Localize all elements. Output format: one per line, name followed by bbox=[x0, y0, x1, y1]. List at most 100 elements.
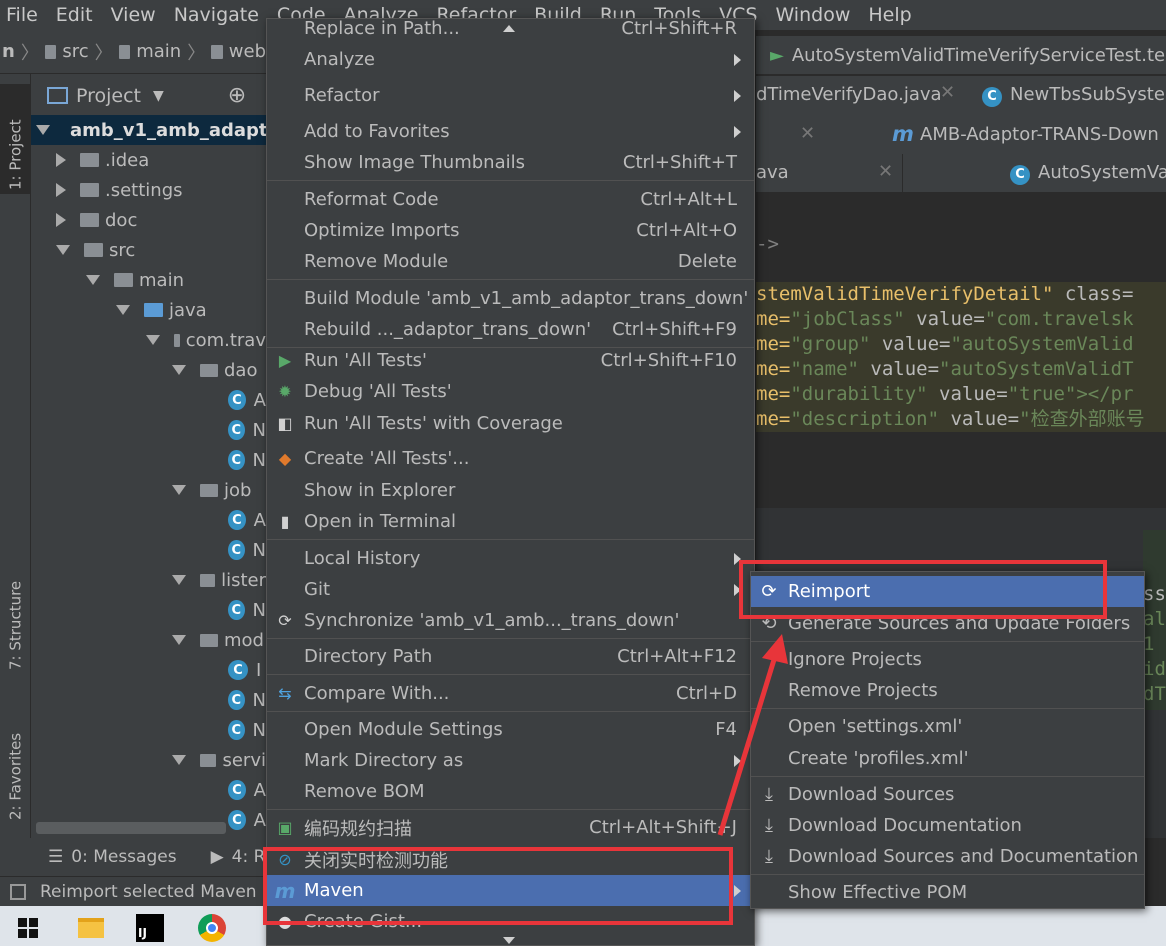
editor-tab-auto[interactable]: AutoSystemVali bbox=[1038, 162, 1166, 183]
editor-tab-maven[interactable]: AMB-Adaptor-TRANS-Down bbox=[920, 124, 1159, 145]
tool-tab-run[interactable]: 4: R bbox=[232, 847, 266, 867]
tool-tab-messages[interactable]: 0: Messages bbox=[71, 847, 176, 867]
code-line[interactable]: stemValidTimeVerifyDetail" class= bbox=[756, 282, 1166, 307]
context-menu-item[interactable]: Remove BOM bbox=[267, 776, 754, 807]
close-icon[interactable]: ✕ bbox=[940, 82, 955, 103]
context-menu-item[interactable]: Remove Module Delete bbox=[267, 246, 754, 277]
chrome-icon[interactable] bbox=[198, 914, 226, 942]
expand-arrow-icon[interactable] bbox=[36, 125, 50, 135]
tree-node[interactable]: com.trav bbox=[146, 325, 266, 355]
file-explorer-icon[interactable] bbox=[78, 918, 104, 938]
close-icon[interactable]: ✕ bbox=[800, 123, 815, 144]
code-line[interactable]: me="description" value="检查外部账号 bbox=[756, 407, 1166, 432]
expand-arrow-icon[interactable] bbox=[172, 635, 186, 645]
context-menu-item[interactable]: Directory Path Ctrl+Alt+F12 bbox=[267, 641, 754, 672]
code-line[interactable]: me="jobClass" value="com.travelsk bbox=[756, 307, 1166, 332]
tree-node[interactable]: job bbox=[172, 475, 266, 505]
code-line[interactable]: me="group" value="autoSystemValid bbox=[756, 332, 1166, 357]
tree-node[interactable]: CA bbox=[228, 805, 266, 835]
chevron-down-icon[interactable]: ▼ bbox=[153, 88, 164, 104]
tree-node[interactable]: CN bbox=[228, 595, 266, 625]
scroll-up-icon[interactable] bbox=[503, 25, 515, 32]
collapse-arrow-icon[interactable] bbox=[56, 213, 66, 227]
tree-node[interactable]: CA bbox=[228, 505, 266, 535]
tree-node[interactable]: CN bbox=[228, 445, 266, 475]
tool-tab-favorites[interactable]: 2: Favorites bbox=[0, 704, 31, 824]
tree-node[interactable]: CN bbox=[228, 685, 266, 715]
status-toggle-icon[interactable] bbox=[10, 883, 26, 900]
context-menu-item[interactable]: Show in Explorer bbox=[267, 475, 754, 506]
breadcrumb-item[interactable]: n bbox=[2, 41, 15, 62]
expand-arrow-icon[interactable] bbox=[56, 245, 70, 255]
maven-submenu-item[interactable]: ⤓ Download Sources and Documentation bbox=[751, 841, 1144, 872]
breadcrumb-item[interactable]: src bbox=[62, 41, 88, 62]
context-menu-item[interactable]: Rebuild ..._adaptor_trans_down' Ctrl+Shif… bbox=[267, 314, 754, 345]
menu-window[interactable]: Window bbox=[775, 4, 850, 26]
context-menu-item[interactable]: Local History bbox=[267, 543, 754, 574]
context-menu-item[interactable]: Show Image Thumbnails Ctrl+Shift+T bbox=[267, 147, 754, 178]
intellij-icon[interactable]: IJ bbox=[136, 914, 164, 942]
expand-arrow-icon[interactable] bbox=[116, 305, 130, 315]
tree-node[interactable]: servi bbox=[172, 745, 266, 775]
code-line[interactable]: me="name" value="autoSystemValidT bbox=[756, 357, 1166, 382]
context-menu-item[interactable]: Optimize Imports Ctrl+Alt+O bbox=[267, 215, 754, 246]
expand-arrow-icon[interactable] bbox=[172, 575, 186, 585]
breadcrumb-item[interactable]: web bbox=[229, 41, 266, 62]
tree-node[interactable]: CA bbox=[228, 775, 266, 805]
context-menu-item[interactable]: Git bbox=[267, 574, 754, 605]
code-line[interactable]: -> bbox=[756, 232, 1166, 257]
context-menu-item[interactable]: Add to Favorites bbox=[267, 116, 754, 147]
tool-tab-project[interactable]: 1: Project bbox=[0, 84, 31, 194]
windows-start-icon[interactable] bbox=[18, 918, 38, 938]
locate-icon[interactable]: ⊕ bbox=[228, 83, 246, 108]
tree-scrollbar[interactable] bbox=[36, 822, 226, 834]
close-icon[interactable]: ✕ bbox=[878, 161, 893, 182]
tree-node[interactable]: CI bbox=[228, 655, 266, 685]
tree-node[interactable]: java bbox=[116, 295, 266, 325]
context-menu-item[interactable]: ✹ Debug 'All Tests' bbox=[267, 376, 754, 407]
menu-help[interactable]: Help bbox=[868, 4, 911, 26]
tree-node[interactable]: mod bbox=[172, 625, 266, 655]
editor-tab-java[interactable]: ava bbox=[756, 162, 789, 183]
tree-node[interactable]: CN bbox=[228, 535, 266, 565]
tree-node[interactable]: CA bbox=[228, 385, 266, 415]
expand-arrow-icon[interactable] bbox=[172, 755, 186, 765]
context-menu-item[interactable]: Open Module Settings F4 bbox=[267, 714, 754, 745]
context-menu-item[interactable]: ▶ Run 'All Tests' Ctrl+Shift+F10 bbox=[267, 345, 754, 376]
context-menu-item[interactable]: ⇆ Compare With... Ctrl+D bbox=[267, 678, 754, 709]
context-menu-item[interactable]: Analyze bbox=[267, 44, 754, 75]
maven-submenu-item[interactable]: Show Effective POM bbox=[751, 877, 1144, 908]
editor-tab-new[interactable]: NewTbsSubSystem bbox=[1010, 84, 1166, 105]
menu-view[interactable]: View bbox=[111, 4, 156, 26]
context-menu-item[interactable]: ▮ Open in Terminal bbox=[267, 506, 754, 537]
menu-edit[interactable]: Edit bbox=[56, 4, 93, 26]
scroll-down-icon[interactable] bbox=[503, 937, 515, 944]
project-panel-header[interactable]: Project ▼ ⊕ bbox=[31, 74, 266, 118]
context-menu-item[interactable]: Refactor bbox=[267, 80, 754, 111]
context-menu-item[interactable]: ⟳ Synchronize 'amb_v1_amb..._trans_down' bbox=[267, 605, 754, 636]
breadcrumb-item[interactable]: main bbox=[136, 41, 181, 62]
context-menu-item[interactable]: Reformat Code Ctrl+Alt+L bbox=[267, 184, 754, 215]
expand-arrow-icon[interactable] bbox=[172, 485, 186, 495]
tree-node[interactable]: CN bbox=[228, 715, 266, 745]
tool-tab-structure[interactable]: 7: Structure bbox=[0, 544, 31, 674]
tree-node[interactable]: src bbox=[56, 235, 266, 265]
run-config-bar[interactable]: ► AutoSystemValidTimeVerifyServiceTest.t… bbox=[756, 36, 1166, 74]
tree-node[interactable]: main bbox=[86, 265, 266, 295]
menu-navigate[interactable]: Navigate bbox=[174, 4, 259, 26]
tree-node[interactable]: .idea bbox=[56, 145, 266, 175]
tree-node[interactable]: dao bbox=[172, 355, 266, 385]
expand-arrow-icon[interactable] bbox=[172, 365, 186, 375]
code-line[interactable]: me="durability" value="true"></pr bbox=[756, 382, 1166, 407]
tree-node[interactable]: amb_v1_amb_adapto bbox=[31, 115, 266, 145]
context-menu-item[interactable]: ◆ Create 'All Tests'... bbox=[267, 443, 754, 474]
context-menu-item[interactable]: Build Module 'amb_v1_amb_adaptor_trans_d… bbox=[267, 283, 754, 314]
tree-node[interactable]: doc bbox=[56, 205, 266, 235]
context-menu-item[interactable]: ▣ 编码规约扫描 Ctrl+Alt+Shift+J bbox=[267, 812, 754, 843]
tree-node[interactable]: .settings bbox=[56, 175, 266, 205]
context-menu-item[interactable]: ◧ Run 'All Tests' with Coverage bbox=[267, 408, 754, 439]
menu-file[interactable]: File bbox=[6, 4, 38, 26]
collapse-arrow-icon[interactable] bbox=[56, 153, 66, 167]
editor-tab-dao[interactable]: dTimeVerifyDao.java bbox=[756, 84, 942, 105]
tree-node[interactable]: CN bbox=[228, 415, 266, 445]
